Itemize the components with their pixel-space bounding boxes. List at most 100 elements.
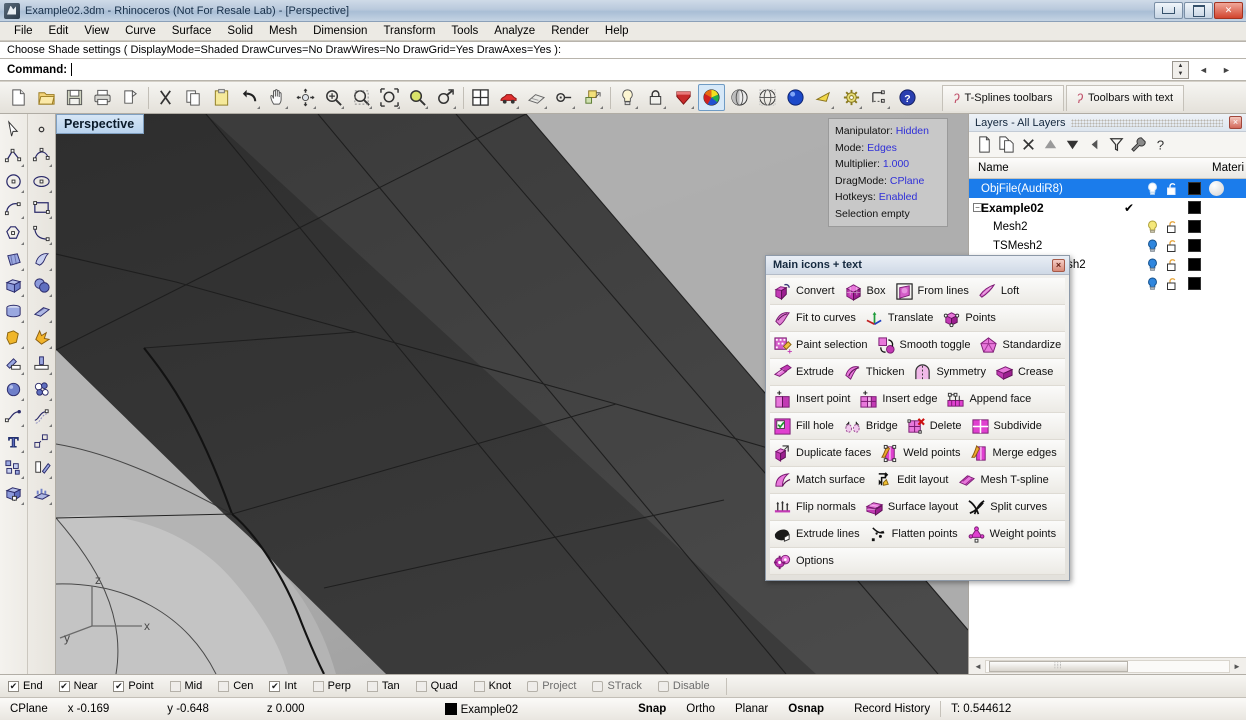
thicken-button[interactable]: Thicken — [840, 363, 911, 382]
symmetry-button[interactable]: Symmetry — [910, 363, 992, 382]
sphere-small-button[interactable] — [1, 376, 26, 402]
ghosted-display-button[interactable] — [754, 84, 781, 111]
cut-button[interactable] — [152, 84, 179, 111]
layer-lock-icon[interactable] — [1162, 239, 1182, 253]
properties-button[interactable] — [551, 84, 578, 111]
smooth-toggle-button[interactable]: Smooth toggle — [874, 336, 977, 355]
osnap-project[interactable]: Project — [527, 680, 576, 692]
zoom-in-button[interactable] — [320, 84, 347, 111]
match-surface-button[interactable]: Match surface — [770, 471, 871, 490]
layer-lock-icon[interactable] — [1162, 277, 1182, 291]
text-button[interactable]: T — [1, 428, 26, 454]
weld-points-button[interactable]: Weld points — [877, 444, 966, 463]
from-lines-button[interactable]: From lines — [892, 282, 975, 301]
layers-panel-close-icon[interactable]: × — [1229, 116, 1242, 129]
layer-tools-button[interactable] — [1128, 135, 1148, 155]
command-line[interactable]: Command: — [0, 59, 1246, 81]
flat-shade-button[interactable] — [810, 84, 837, 111]
circle-button[interactable] — [1, 168, 26, 194]
mesh-t-spline-button[interactable]: Mesh T-spline — [954, 471, 1054, 490]
menu-view[interactable]: View — [76, 23, 117, 39]
extrude-lines-button[interactable]: Extrude lines — [770, 525, 866, 544]
copy-to-clipboard-button[interactable] — [117, 84, 144, 111]
menu-dimension[interactable]: Dimension — [305, 23, 375, 39]
delete-layer-button[interactable] — [1018, 135, 1038, 155]
osnap-int-checkbox[interactable]: ✔ — [269, 680, 281, 692]
osnap-point[interactable]: ✔ Point — [113, 680, 154, 692]
render-sphere-button[interactable] — [782, 84, 809, 111]
box-button[interactable] — [1, 272, 26, 298]
menu-help[interactable]: Help — [597, 23, 637, 39]
layer-visibility-bulb-icon[interactable] — [1142, 219, 1162, 234]
osnap-mid[interactable]: Mid — [169, 680, 202, 692]
layer-visibility-bulb-icon[interactable] — [1142, 257, 1162, 272]
close-button[interactable]: ✕ — [1214, 2, 1243, 19]
layer-visibility-bulb-icon[interactable] — [1142, 276, 1162, 291]
polyline-button[interactable] — [1, 142, 26, 168]
tab-t-splines-toolbars[interactable]: ʔ T-Splines toolbars — [942, 84, 1064, 111]
osnap-point-checkbox[interactable]: ✔ — [113, 680, 125, 692]
osnap-cen-checkbox[interactable] — [218, 680, 230, 692]
osnap-quad[interactable]: Quad — [415, 680, 458, 692]
delete-button[interactable]: Delete — [904, 417, 968, 436]
sphere-button[interactable] — [29, 272, 54, 298]
layer-visibility-bulb-icon[interactable] — [1142, 181, 1162, 196]
points-button[interactable]: Points — [939, 309, 1002, 328]
layer-color-swatch[interactable] — [1182, 182, 1206, 195]
arc-button[interactable] — [1, 194, 26, 220]
command-scroll-up[interactable]: ▲ — [1173, 62, 1188, 70]
explode-button[interactable] — [29, 324, 54, 350]
zoom-dynamic-button[interactable] — [292, 84, 319, 111]
osnap-int[interactable]: ✔ Int — [269, 680, 297, 692]
paint-selection-button[interactable]: + Paint selection — [770, 336, 874, 355]
zoom-window-button[interactable] — [348, 84, 375, 111]
new-layer-button[interactable] — [974, 135, 994, 155]
copy-button[interactable] — [180, 84, 207, 111]
layers-button[interactable] — [579, 84, 606, 111]
undo-button[interactable] — [236, 84, 263, 111]
move-up-button[interactable] — [1040, 135, 1060, 155]
standardize-button[interactable]: Standardize — [976, 336, 1067, 355]
osnap-near[interactable]: ✔ Near — [58, 680, 97, 692]
layer-color-swatch[interactable] — [1182, 201, 1206, 214]
layers-scroll-right-arrow[interactable]: ► — [1230, 662, 1244, 671]
menu-curve[interactable]: Curve — [117, 23, 164, 39]
select-arrow-button[interactable] — [1, 116, 26, 142]
layer-lock-icon[interactable] — [1162, 220, 1182, 234]
osnap-disable-checkbox[interactable] — [657, 680, 669, 692]
shaded-display-button[interactable] — [726, 84, 753, 111]
table-row[interactable]: Mesh2 — [969, 217, 1246, 236]
convert-button[interactable]: Convert — [770, 282, 841, 301]
layer-color-swatch[interactable] — [1182, 277, 1206, 290]
command-nav-next[interactable]: ► — [1215, 61, 1238, 79]
mesh-tools-button[interactable] — [29, 480, 54, 506]
flatten-points-button[interactable]: Flatten points — [866, 525, 964, 544]
render-preview-button[interactable] — [523, 84, 550, 111]
menu-solid[interactable]: Solid — [219, 23, 261, 39]
osnap-perp-checkbox[interactable] — [312, 680, 324, 692]
box-button[interactable]: Box — [841, 282, 892, 301]
cylinder-button[interactable] — [1, 298, 26, 324]
layer-lock-icon[interactable] — [1162, 182, 1182, 196]
shade-button[interactable] — [670, 84, 697, 111]
boolean-operations-button[interactable] — [29, 376, 54, 402]
menu-analyze[interactable]: Analyze — [486, 23, 543, 39]
layers-panel-titlebar[interactable]: Layers - All Layers × — [969, 114, 1246, 132]
surface-from-curves-button[interactable] — [1, 246, 26, 272]
interpolate-curve-button[interactable] — [29, 220, 54, 246]
lock-button[interactable] — [642, 84, 669, 111]
loft-button[interactable]: Loft — [975, 282, 1025, 301]
tab-toolbars-with-text[interactable]: ʔ Toolbars with text — [1065, 84, 1185, 111]
command-scroll-spinner[interactable]: ▲ ▼ — [1172, 61, 1189, 79]
surface-plane-button[interactable] — [29, 298, 54, 324]
table-row[interactable]: − Example02 ✔ — [969, 198, 1246, 217]
status-planar-toggle[interactable]: Planar — [725, 703, 778, 715]
boolean-union-button[interactable] — [1, 324, 26, 350]
light-button[interactable] — [614, 84, 641, 111]
paste-button[interactable] — [208, 84, 235, 111]
status-current-layer[interactable]: Example02 — [435, 702, 529, 716]
help-button[interactable]: ? — [894, 84, 921, 111]
osnap-mid-checkbox[interactable] — [169, 680, 181, 692]
table-row[interactable]: TSMesh2 — [969, 236, 1246, 255]
main-icons-text-panel-titlebar[interactable]: Main icons + text × — [766, 256, 1069, 275]
